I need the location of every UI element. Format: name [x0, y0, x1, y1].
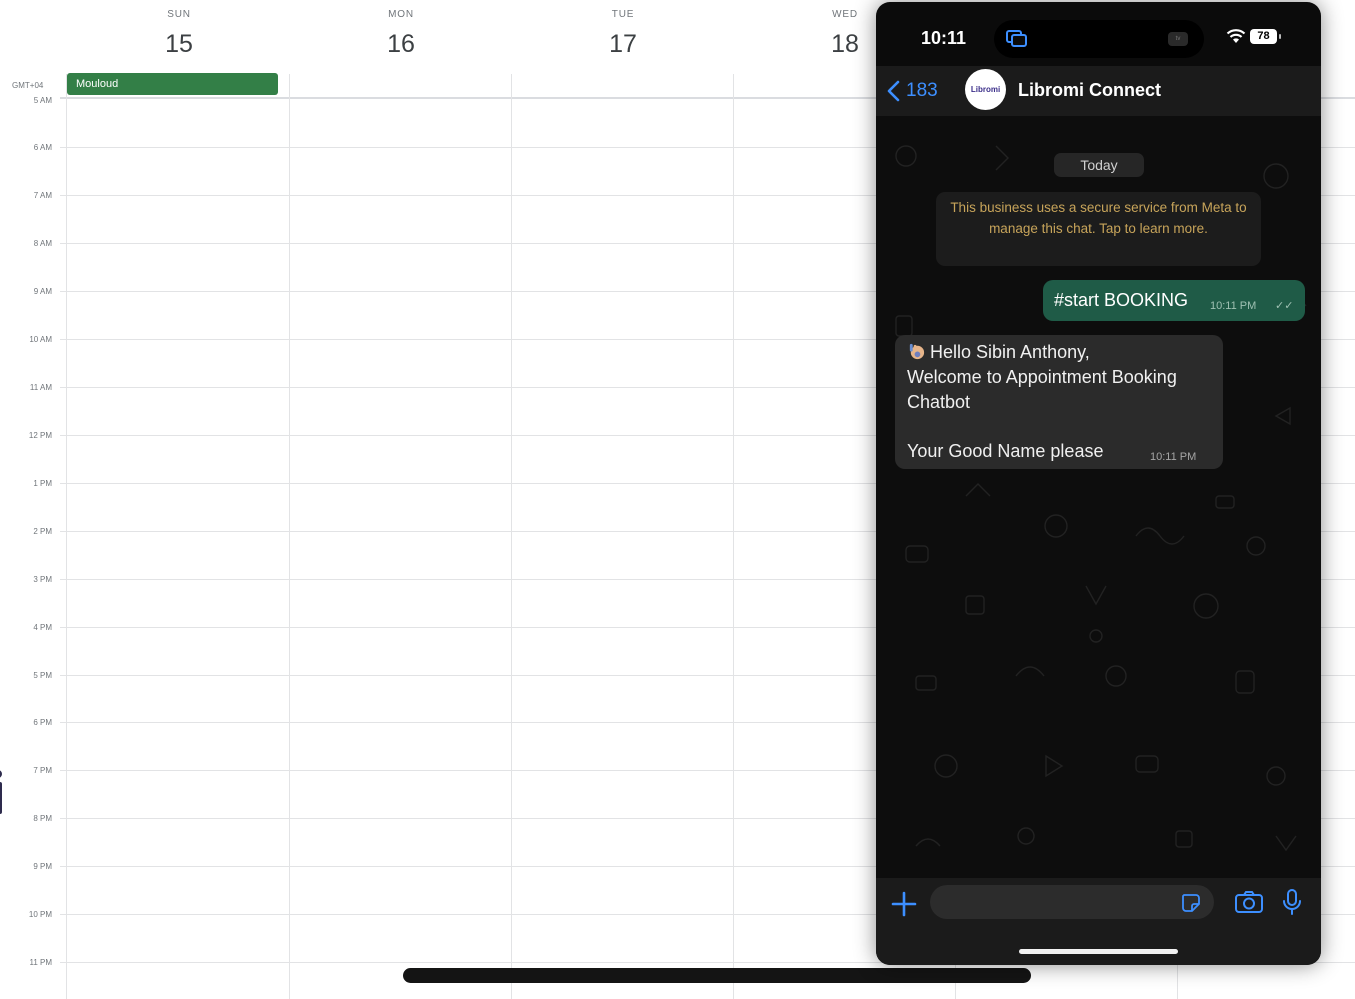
message-line: Hello Sibin Anthony, — [907, 342, 1090, 363]
home-indicator[interactable] — [1019, 949, 1178, 954]
message-time: 10:11 PM — [1150, 451, 1197, 463]
message-text: #start BOOKING — [1054, 290, 1189, 310]
message-line: Your Good Name please — [907, 441, 1104, 461]
hour-label: 8 PM — [33, 814, 52, 823]
hour-label: 6 PM — [33, 718, 52, 727]
sticker-icon[interactable] — [1180, 892, 1202, 914]
hour-label: 11 PM — [29, 958, 52, 967]
chat-area[interactable]: Today This business uses a secure servic… — [876, 116, 1321, 878]
hour-label: 11 AM — [29, 383, 52, 392]
screen-mirror-icon — [1006, 30, 1027, 47]
hour-label: 10 AM — [29, 335, 52, 344]
encryption-notice[interactable]: This business uses a secure service from… — [936, 192, 1261, 266]
read-ticks-icon: ✓✓ — [1275, 300, 1294, 312]
hour-label: 8 AM — [33, 239, 52, 248]
hour-label: 2 PM — [33, 527, 52, 536]
hour-label: 9 AM — [33, 287, 52, 296]
hour-label: 12 PM — [28, 431, 52, 440]
day-number[interactable]: 15 — [68, 30, 290, 59]
column-divider — [289, 74, 290, 999]
tv-badge: tv — [1168, 32, 1188, 46]
dynamic-island: tv — [994, 20, 1204, 58]
hour-label: 1 PM — [33, 479, 52, 488]
message-input-bar — [876, 878, 1321, 965]
scroll-bar[interactable] — [403, 968, 1031, 983]
hour-label: 6 AM — [33, 143, 52, 152]
chat-title[interactable]: Libromi Connect — [1018, 80, 1161, 101]
day-name: MON — [388, 9, 414, 20]
waving-hand-icon — [909, 343, 925, 360]
hour-label: 4 PM — [33, 623, 52, 632]
all-day-event[interactable]: Mouloud — [67, 73, 278, 95]
hour-label: 9 PM — [33, 862, 52, 871]
day-number[interactable]: 17 — [512, 30, 734, 59]
avatar[interactable]: Libromi — [965, 69, 1006, 110]
day-name: SUN — [167, 9, 191, 20]
message-time: 10:11 PM — [1210, 300, 1257, 312]
outgoing-message[interactable]: #start BOOKING 10:11 PM ✓✓ — [1043, 280, 1305, 321]
hour-label: 3 PM — [33, 575, 52, 584]
hour-label: 5 AM — [33, 96, 52, 105]
hour-label: 7 AM — [33, 191, 52, 200]
microphone-icon[interactable] — [1282, 888, 1302, 916]
column-divider — [66, 74, 67, 999]
back-button[interactable]: 183 — [886, 77, 938, 105]
info-icon — [0, 770, 6, 814]
greeting-text: Hello Sibin Anthony, — [930, 342, 1090, 362]
message-line: Chatbot — [907, 392, 971, 412]
battery-tip — [1279, 34, 1281, 39]
hour-label: 7 PM — [33, 766, 52, 775]
message-input[interactable] — [930, 885, 1214, 919]
timezone-label: GMT+04 — [12, 81, 44, 90]
date-pill: Today — [1054, 153, 1144, 177]
hour-label: 10 PM — [28, 910, 52, 919]
message-line: Welcome to Appointment Booking — [907, 367, 1177, 387]
incoming-message[interactable]: Hello Sibin Anthony, Welcome to Appointm… — [895, 335, 1223, 469]
chevron-left-icon — [887, 80, 900, 102]
wifi-icon — [1226, 29, 1246, 43]
column-divider — [733, 74, 734, 999]
battery-indicator: 78 — [1250, 29, 1277, 44]
day-number[interactable]: 16 — [290, 30, 512, 59]
day-name: TUE — [611, 9, 635, 20]
hour-label: 5 PM — [33, 671, 52, 680]
status-time: 10:11 — [921, 28, 967, 48]
unread-count: 183 — [906, 80, 938, 101]
plus-icon[interactable] — [890, 890, 918, 918]
camera-icon[interactable] — [1234, 890, 1264, 914]
phone-screen: 10:11 tv 78 183 Libromi Libromi Connect — [876, 2, 1321, 965]
column-divider — [511, 74, 512, 999]
chat-header: 183 Libromi Libromi Connect — [876, 66, 1321, 116]
